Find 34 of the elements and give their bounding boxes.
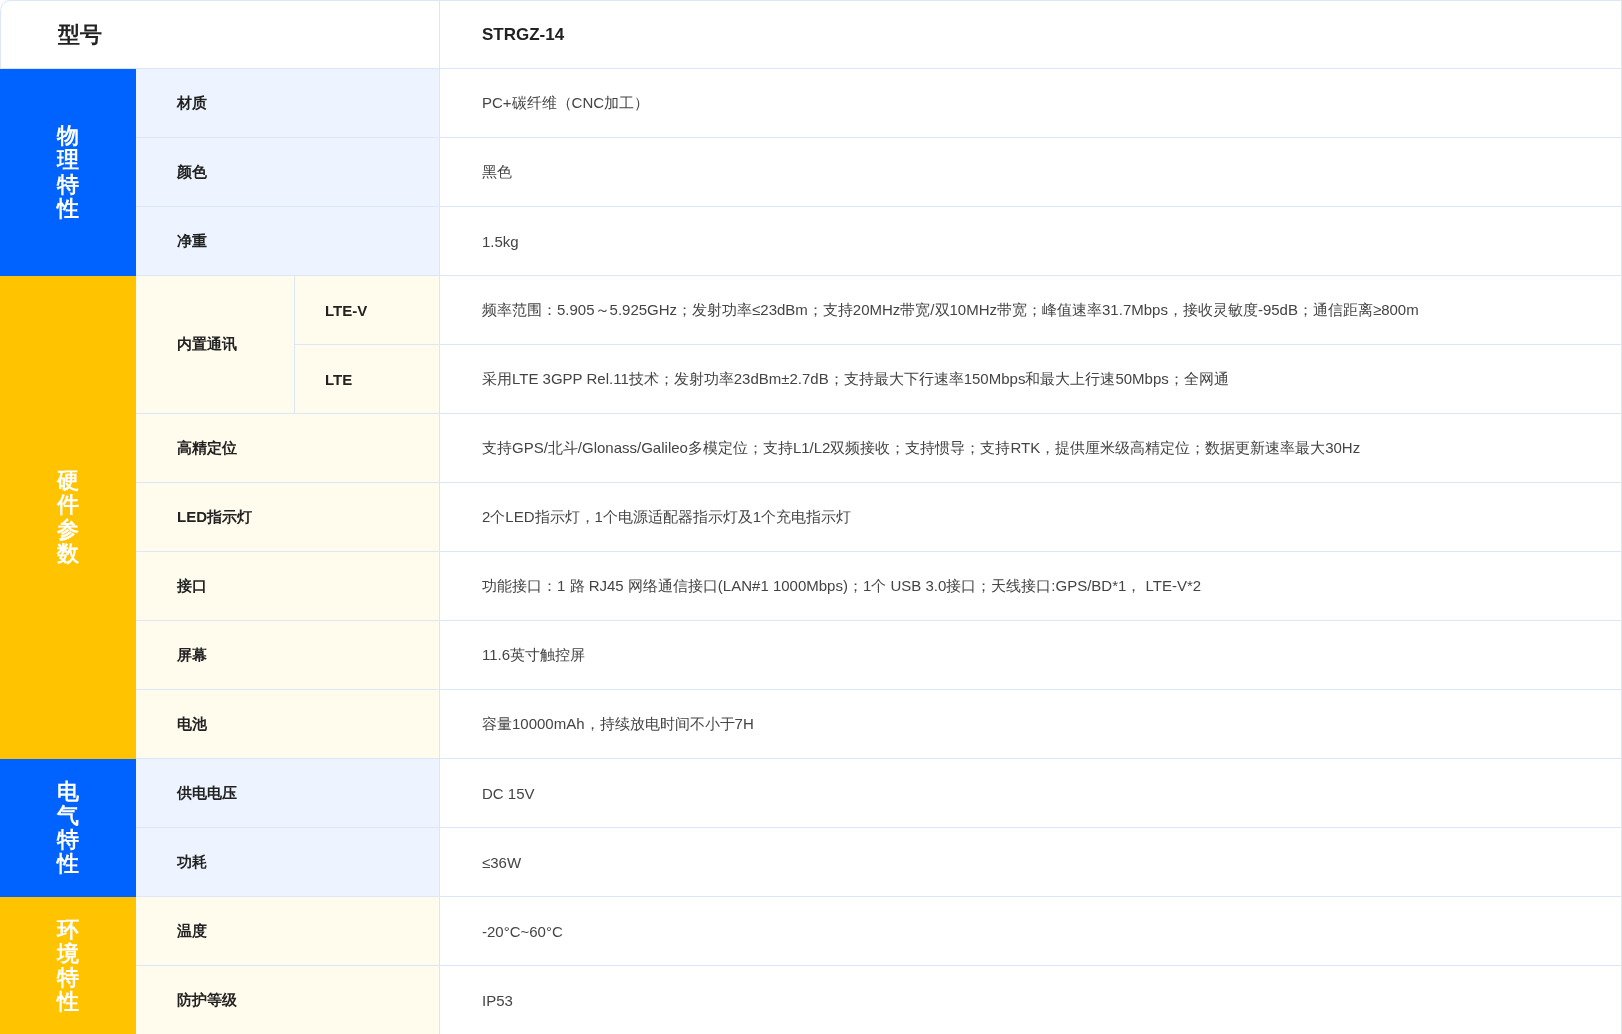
row-label: 材质 <box>136 69 440 138</box>
row-value: 1.5kg <box>440 207 1621 276</box>
row-label: 功耗 <box>136 828 440 897</box>
row-value: ≤36W <box>440 828 1621 897</box>
row-label: 防护等级 <box>136 966 440 1034</box>
row-label: 净重 <box>136 207 440 276</box>
row-label: 接口 <box>136 552 440 621</box>
row-label: 内置通讯 <box>136 276 295 414</box>
row-label: 颜色 <box>136 138 440 207</box>
group-label: 环境特性 <box>0 897 136 1034</box>
sub-label: LTE <box>295 345 440 414</box>
group-label: 物理特性 <box>0 69 136 276</box>
row-value: 频率范围：5.905～5.925GHz；发射功率≤23dBm；支持20MHz带宽/双10MHz带宽；峰值速率31.7Mbps，接收灵敏度-95dB；通信距离≥800m <box>440 276 1621 345</box>
row-value: 2个LED指示灯，1个电源适配器指示灯及1个充电指示灯 <box>440 483 1621 552</box>
row-label: 电池 <box>136 690 440 759</box>
row-value: 支持GPS/北斗/Glonass/Galileo多模定位；支持L1/L2双频接收；支持惯导；支持RTK，提供厘米级高精定位；数据更新速率最大30Hz <box>440 414 1621 483</box>
row-value: 11.6英寸触控屏 <box>440 621 1621 690</box>
model-value: STRGZ-14 <box>440 1 1621 69</box>
row-label: LED指示灯 <box>136 483 440 552</box>
row-label: 屏幕 <box>136 621 440 690</box>
row-label: 高精定位 <box>136 414 440 483</box>
row-value: IP53 <box>440 966 1621 1034</box>
row-value: 容量10000mAh，持续放电时间不小于7H <box>440 690 1621 759</box>
row-value: -20°C~60°C <box>440 897 1621 966</box>
row-value: 采用LTE 3GPP Rel.11技术；发射功率23dBm±2.7dB；支持最大下行速率150Mbps和最大上行速50Mbps；全网通 <box>440 345 1621 414</box>
row-label: 供电电压 <box>136 759 440 828</box>
row-value: PC+碳纤维（CNC加工） <box>440 69 1621 138</box>
group-label: 硬件参数 <box>0 276 136 759</box>
row-value: DC 15V <box>440 759 1621 828</box>
group-label: 电气特性 <box>0 759 136 897</box>
row-label: 温度 <box>136 897 440 966</box>
sub-label: LTE-V <box>295 276 440 345</box>
row-value: 功能接口：1 路 RJ45 网络通信接口(LAN#1 1000Mbps)；1个 USB 3.0接口；天线接口:GPS/BD*1， LTE-V*2 <box>440 552 1621 621</box>
row-value: 黑色 <box>440 138 1621 207</box>
